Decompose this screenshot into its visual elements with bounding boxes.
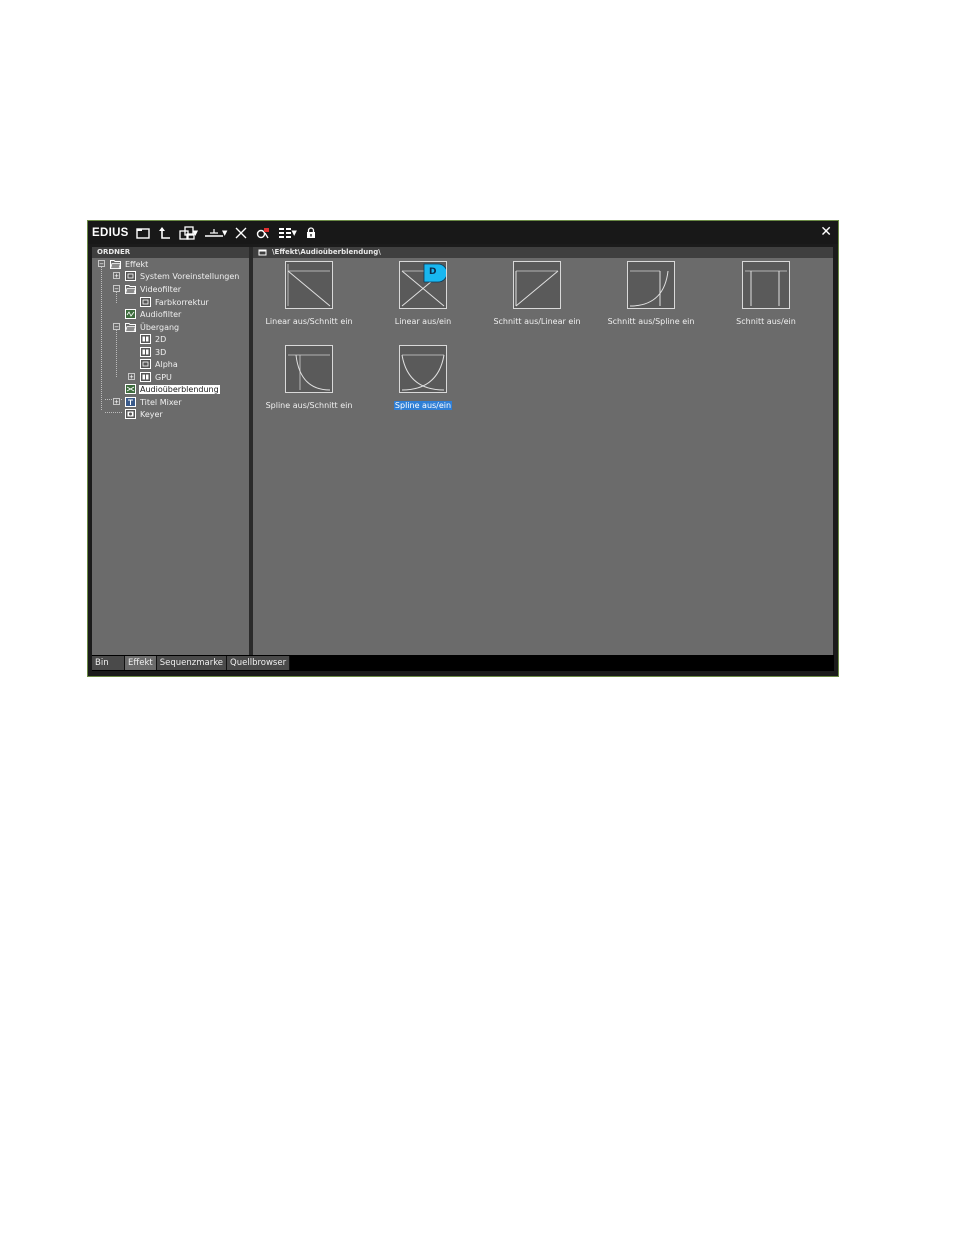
tree-toggle-collapse[interactable]: − [98, 260, 105, 268]
tab-quellbrowser[interactable]: Quellbrowser [227, 656, 291, 670]
folder-pane: ORDNER − Effekt + System Voreinstellunge… [92, 247, 249, 655]
tree-item-effekt[interactable]: Effekt [110, 258, 149, 270]
effect-thumbnail [627, 261, 675, 309]
tab-bin[interactable]: Bin [92, 656, 125, 670]
effect-label: Linear aus/Schnitt ein [265, 317, 353, 326]
tree-item-label: System Voreinstellungen [140, 271, 240, 281]
tree-toggle-expand[interactable]: + [128, 373, 135, 381]
tree-item-label: Keyer [140, 409, 163, 419]
effect-folder-icon [125, 271, 136, 281]
effect-folder-icon [140, 297, 151, 307]
window-titlebar: EDIUS ▼ ▼ ▼ ✕ [88, 221, 838, 244]
tree-item-uebergang[interactable]: Übergang [125, 321, 180, 333]
open-folder-icon [125, 323, 136, 332]
lock-icon[interactable] [303, 225, 319, 241]
transition-icon [140, 372, 151, 382]
effect-thumbnail [399, 345, 447, 393]
folder-icon [258, 249, 267, 256]
tree-item-alpha[interactable]: Alpha [140, 358, 179, 370]
edius-bin-window: EDIUS ▼ ▼ ▼ ✕ ORDNER − Effekt + System V… [87, 220, 839, 677]
view-mode-dropdown-icon[interactable]: ▼ [291, 225, 296, 241]
tree-item-label: Audioüberblendung [139, 384, 220, 394]
tree-guide [101, 267, 102, 410]
effect-label: Linear aus/ein [394, 317, 452, 326]
tree-toggle-collapse[interactable]: − [113, 285, 120, 293]
transition-icon [140, 334, 151, 344]
tab-sequenzmarke[interactable]: Sequenzmarke [156, 656, 228, 670]
effect-thumbnail [513, 261, 561, 309]
folder-tree: − Effekt + System Voreinstellungen − Vid… [92, 258, 249, 655]
tree-item-gpu[interactable]: GPU [140, 371, 173, 383]
align-icon[interactable] [204, 225, 224, 241]
tree-item-label: 3D [155, 347, 167, 357]
effect-thumbnail [285, 345, 333, 393]
tree-guide [116, 329, 117, 377]
view-layout-dropdown-icon[interactable]: ▼ [193, 225, 198, 241]
properties-icon[interactable] [255, 225, 271, 241]
tree-item-audiofilter[interactable]: Audiofilter [125, 308, 182, 320]
tree-toggle-expand[interactable]: + [113, 398, 120, 406]
tree-item-label: Audiofilter [140, 309, 182, 319]
tree-item-system-voreinstellungen[interactable]: System Voreinstellungen [125, 270, 240, 282]
new-folder-icon[interactable] [135, 225, 151, 241]
tree-item-videofilter[interactable]: Videofilter [125, 283, 182, 295]
delete-icon[interactable] [233, 225, 249, 241]
effect-label: Spline aus/ein [393, 401, 453, 410]
tree-item-audioueberblendung[interactable]: Audioüberblendung [125, 383, 220, 395]
open-folder-icon [125, 285, 136, 294]
effect-item-cut-spline[interactable]: Schnitt aus/Spline ein [601, 261, 701, 328]
effect-item-cut-cut[interactable]: Schnitt aus/ein [716, 261, 816, 328]
tree-item-label: Farbkorrektur [155, 297, 209, 307]
current-path: \Effekt\Audioüberblendung\ [272, 248, 381, 256]
effect-thumbnail [742, 261, 790, 309]
effect-folder-icon [140, 359, 151, 369]
effect-item-spline-cut[interactable]: Spline aus/Schnitt ein [259, 345, 359, 412]
tree-item-label: 2D [155, 334, 167, 344]
tree-item-3d[interactable]: 3D [140, 346, 167, 358]
default-badge: D [429, 267, 437, 277]
effect-label: Schnitt aus/Spline ein [607, 317, 695, 326]
tree-item-label: GPU [155, 372, 172, 382]
open-folder-icon [110, 260, 121, 269]
tab-effekt[interactable]: Effekt [125, 656, 157, 670]
close-button[interactable]: ✕ [820, 223, 832, 241]
tree-item-label: Alpha [155, 359, 178, 369]
effect-label: Schnitt aus/ein [736, 317, 796, 326]
effect-item-linear-cut[interactable]: Linear aus/Schnitt ein [259, 261, 359, 328]
tree-guide [105, 412, 122, 413]
tree-toggle-collapse[interactable]: − [113, 323, 120, 331]
effect-content-pane: \Effekt\Audioüberblendung\ Linear aus/Sc… [253, 247, 833, 655]
title-mixer-icon [125, 397, 136, 407]
audio-crossfade-icon [125, 384, 136, 394]
align-dropdown-icon[interactable]: ▼ [222, 225, 227, 241]
tree-item-keyer[interactable]: Keyer [125, 408, 164, 420]
effect-thumbnail: D [399, 261, 447, 309]
app-title: EDIUS [92, 226, 129, 239]
transition-icon [140, 347, 151, 357]
effect-item-cut-linear[interactable]: Schnitt aus/Linear ein [487, 261, 587, 328]
up-folder-icon[interactable] [157, 225, 173, 241]
tree-item-titel-mixer[interactable]: Titel Mixer [125, 396, 183, 408]
path-bar: \Effekt\Audioüberblendung\ [253, 247, 833, 258]
effect-item-linear-linear[interactable]: D Linear aus/ein [373, 261, 473, 328]
effect-thumbnail [285, 261, 333, 309]
tree-item-label: Effekt [125, 259, 149, 269]
tree-item-label: Übergang [140, 322, 180, 332]
bottom-tabbar: Bin Effekt Sequenzmarke Quellbrowser [92, 655, 834, 671]
effect-label: Schnitt aus/Linear ein [493, 317, 581, 326]
folder-pane-header: ORDNER [92, 247, 249, 258]
keyer-icon [125, 409, 136, 419]
tree-item-label: Titel Mixer [140, 397, 182, 407]
effect-label: Spline aus/Schnitt ein [265, 401, 353, 410]
tree-item-farbkorrektur[interactable]: Farbkorrektur [140, 296, 210, 308]
tree-toggle-expand[interactable]: + [113, 272, 120, 280]
effect-item-spline-spline[interactable]: Spline aus/ein [373, 345, 473, 412]
tree-item-2d[interactable]: 2D [140, 333, 167, 345]
audio-filter-icon [125, 309, 136, 319]
tree-item-label: Videofilter [140, 284, 182, 294]
